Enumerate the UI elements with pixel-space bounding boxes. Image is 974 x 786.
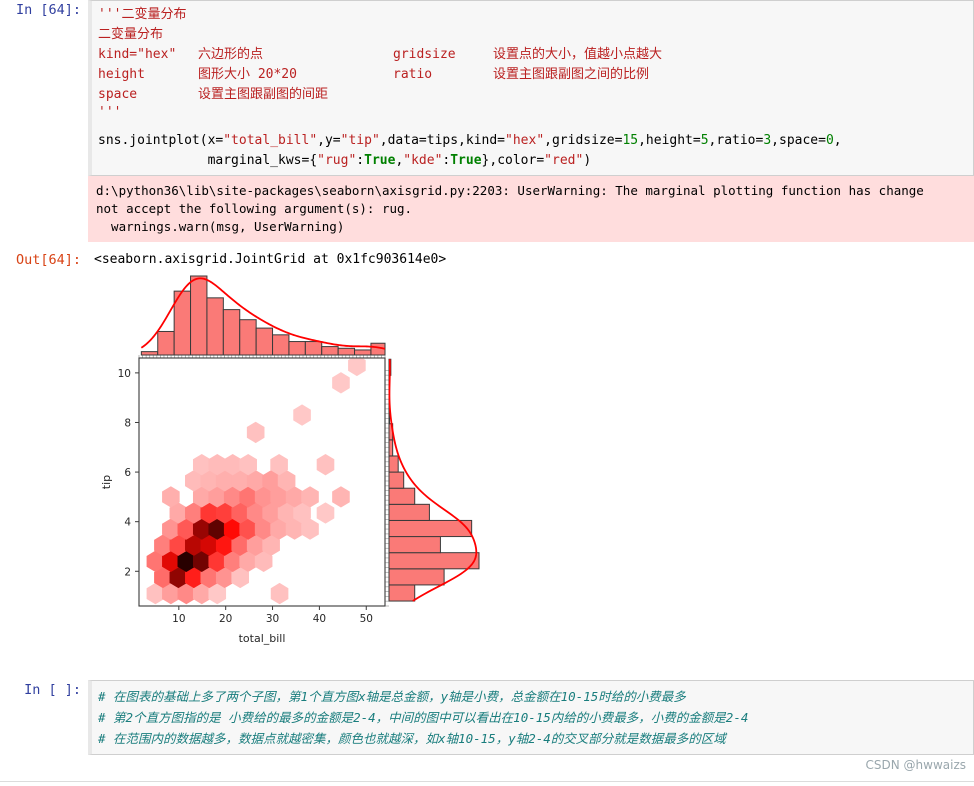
code-arg-y: "tip" bbox=[340, 133, 380, 148]
right-marginal-histogram bbox=[388, 358, 480, 602]
svg-text:4: 4 bbox=[124, 517, 131, 529]
code-line-docstring-close: ''' bbox=[98, 105, 969, 121]
comment-cell-input[interactable]: In [ ]: # 在图表的基础上多了两个子图，第1个直方图x轴是总金额，y轴是… bbox=[0, 680, 974, 755]
comment-line-1: # 在图表的基础上多了两个子图，第1个直方图x轴是总金额，y轴是小费，总金额在1… bbox=[98, 689, 686, 704]
output-repr-text: <seaborn.axisgrid.JointGrid at 0x1fc9036… bbox=[94, 252, 447, 267]
code-cell-input[interactable]: In [64]: '''二变量分布 二变量分布 kind="hex" 六边形的点 g… bbox=[0, 0, 974, 176]
code-arg-kde: "kde" bbox=[403, 153, 443, 168]
code-line-space: space 设置主图跟副图的间距 bbox=[98, 85, 969, 105]
code-arg-kind: "hex" bbox=[505, 133, 545, 148]
user-warning-block: d:\python36\lib\site-packages\seaborn\ax… bbox=[88, 176, 974, 242]
doc-kind-key: kind="hex" bbox=[98, 47, 177, 62]
code-arg-color-label: color= bbox=[497, 153, 545, 168]
bottom-divider bbox=[0, 781, 974, 782]
y-axis-label: tip bbox=[100, 475, 113, 489]
doc-ratio-desc: 设置主图跟副图之间的比例 bbox=[493, 67, 650, 82]
code-true-1: True bbox=[364, 153, 396, 168]
comment-line-3: # 在范围内的数据越多，数据点就越密集，颜色也就越深，如x轴10-15，y轴2-… bbox=[98, 731, 726, 746]
notebook-page: In [64]: '''二变量分布 二变量分布 kind="hex" 六边形的点 g… bbox=[0, 0, 974, 786]
right-marginal-rug bbox=[385, 370, 389, 607]
warning-output-row: d:\python36\lib\site-packages\seaborn\ax… bbox=[0, 176, 974, 242]
code-sep-4: , bbox=[638, 133, 646, 148]
comment-line-2: # 第2个直方图指的是 小费给的最多的金额是2-4，中间的图中可以看出在10-1… bbox=[98, 710, 749, 725]
doc-height-key: height bbox=[98, 67, 145, 82]
code-arg-data: data=tips,kind= bbox=[387, 133, 506, 148]
code-true-2: True bbox=[450, 153, 482, 168]
svg-text:2: 2 bbox=[124, 566, 131, 578]
output-prompt-label: Out[64]: bbox=[15, 252, 81, 268]
doc-height-desc: 图形大小 20*20 bbox=[198, 67, 297, 82]
x-axis-label: total_bill bbox=[239, 632, 286, 645]
docstring-title-text: 二变量分布 bbox=[98, 27, 164, 42]
code-arg-gridsize-label: gridsize= bbox=[551, 133, 623, 148]
code-sep-2: , bbox=[379, 133, 388, 148]
code-line-kind: kind="hex" 六边形的点 gridsize 设置点的大小，值越小点越大 bbox=[98, 45, 969, 65]
y-axis-ticks: 2 4 6 8 10 bbox=[118, 368, 139, 578]
warning-line-2: not accept the following argument(s): ru… bbox=[96, 201, 413, 216]
code-line-height: height 图形大小 20*20 ratio 设置主图跟副图之间的比例 bbox=[98, 65, 969, 85]
warning-line-1: d:\python36\lib\site-packages\seaborn\ax… bbox=[96, 183, 924, 198]
svg-text:20: 20 bbox=[219, 613, 232, 625]
code-line-docstring-open: '''二变量分布 bbox=[98, 5, 969, 25]
svg-text:10: 10 bbox=[172, 613, 185, 625]
code-arg-color-value: "red" bbox=[544, 153, 584, 168]
code-colon-1: : bbox=[356, 153, 365, 168]
code-arg-space-label: space= bbox=[779, 133, 826, 148]
comment-prompt-label: In [ ]: bbox=[24, 682, 81, 698]
input-prompt-label: In [64]: bbox=[15, 2, 81, 18]
svg-text:30: 30 bbox=[266, 613, 279, 625]
jointplot-figure: 10 20 30 40 50 2 4 6 8 10 total_bill tip bbox=[100, 275, 480, 645]
code-editor-area[interactable]: '''二变量分布 二变量分布 kind="hex" 六边形的点 gridsize 设置… bbox=[88, 0, 974, 176]
code-sep-6: , bbox=[771, 133, 779, 148]
code-line-title: 二变量分布 bbox=[98, 25, 969, 45]
code-line-jointplot-2: marginal_kws={"rug":True,"kde":True},col… bbox=[98, 151, 969, 171]
code-arg-height-value: 5 bbox=[700, 133, 709, 148]
code-marginal-kws-label: marginal_kws= bbox=[98, 153, 310, 168]
code-arg-ratio-label: ratio= bbox=[716, 133, 764, 148]
code-brace-open: { bbox=[309, 153, 318, 168]
code-line-jointplot-1: sns.jointplot(x="total_bill",y="tip",dat… bbox=[98, 131, 969, 151]
code-arg-rug: "rug" bbox=[317, 153, 357, 168]
code-brace-close: }, bbox=[481, 153, 498, 168]
docstring-close-text: ''' bbox=[98, 105, 122, 120]
doc-kind-desc: 六边形的点 bbox=[198, 47, 264, 62]
code-arg-gridsize-value: 15 bbox=[622, 133, 639, 148]
spacer-after-figure bbox=[0, 670, 974, 674]
csdn-watermark: CSDN @hwwaizs bbox=[865, 758, 967, 772]
svg-text:50: 50 bbox=[360, 613, 373, 625]
code-arg-x: "total_bill" bbox=[223, 133, 318, 148]
svg-text:8: 8 bbox=[124, 417, 131, 429]
warning-prompt-spacer bbox=[0, 176, 88, 242]
code-fn-call: sns.jointplot(x= bbox=[98, 133, 224, 148]
code-sep-1: ,y= bbox=[317, 133, 341, 148]
warning-line-3: warnings.warn(msg, UserWarning) bbox=[96, 219, 345, 234]
code-sep-3: , bbox=[544, 133, 552, 148]
code-arg-space-value: 0 bbox=[825, 133, 834, 148]
comment-editor-area[interactable]: # 在图表的基础上多了两个子图，第1个直方图x轴是总金额，y轴是小费，总金额在1… bbox=[88, 680, 974, 755]
doc-ratio-key: ratio bbox=[393, 67, 433, 82]
code-arg-height-label: height= bbox=[645, 133, 701, 148]
doc-gridsize-key: gridsize bbox=[393, 47, 456, 62]
spacer-after-warning bbox=[0, 242, 974, 250]
code-sep-7: , bbox=[833, 133, 842, 148]
doc-space-desc: 设置主图跟副图的间距 bbox=[198, 87, 329, 102]
main-hexbin-axes: 10 20 30 40 50 2 4 6 8 10 total_bill tip bbox=[100, 357, 386, 645]
svg-text:10: 10 bbox=[118, 368, 131, 380]
output-repr-row: Out[64]: <seaborn.axisgrid.JointGrid at … bbox=[0, 250, 974, 270]
doc-space-key: space bbox=[98, 87, 138, 102]
code-paren-close: ) bbox=[583, 153, 592, 168]
svg-text:40: 40 bbox=[313, 613, 326, 625]
svg-text:6: 6 bbox=[124, 467, 131, 479]
figure-output-area: 10 20 30 40 50 2 4 6 8 10 total_bill tip bbox=[0, 270, 974, 670]
x-axis-ticks: 10 20 30 40 50 bbox=[172, 606, 373, 625]
top-marginal-histogram bbox=[140, 275, 386, 356]
doc-gridsize-desc: 设置点的大小，值越小点越大 bbox=[493, 47, 663, 62]
code-arg-ratio-value: 3 bbox=[763, 133, 772, 148]
docstring-open-text: '''二变量分布 bbox=[98, 7, 187, 22]
